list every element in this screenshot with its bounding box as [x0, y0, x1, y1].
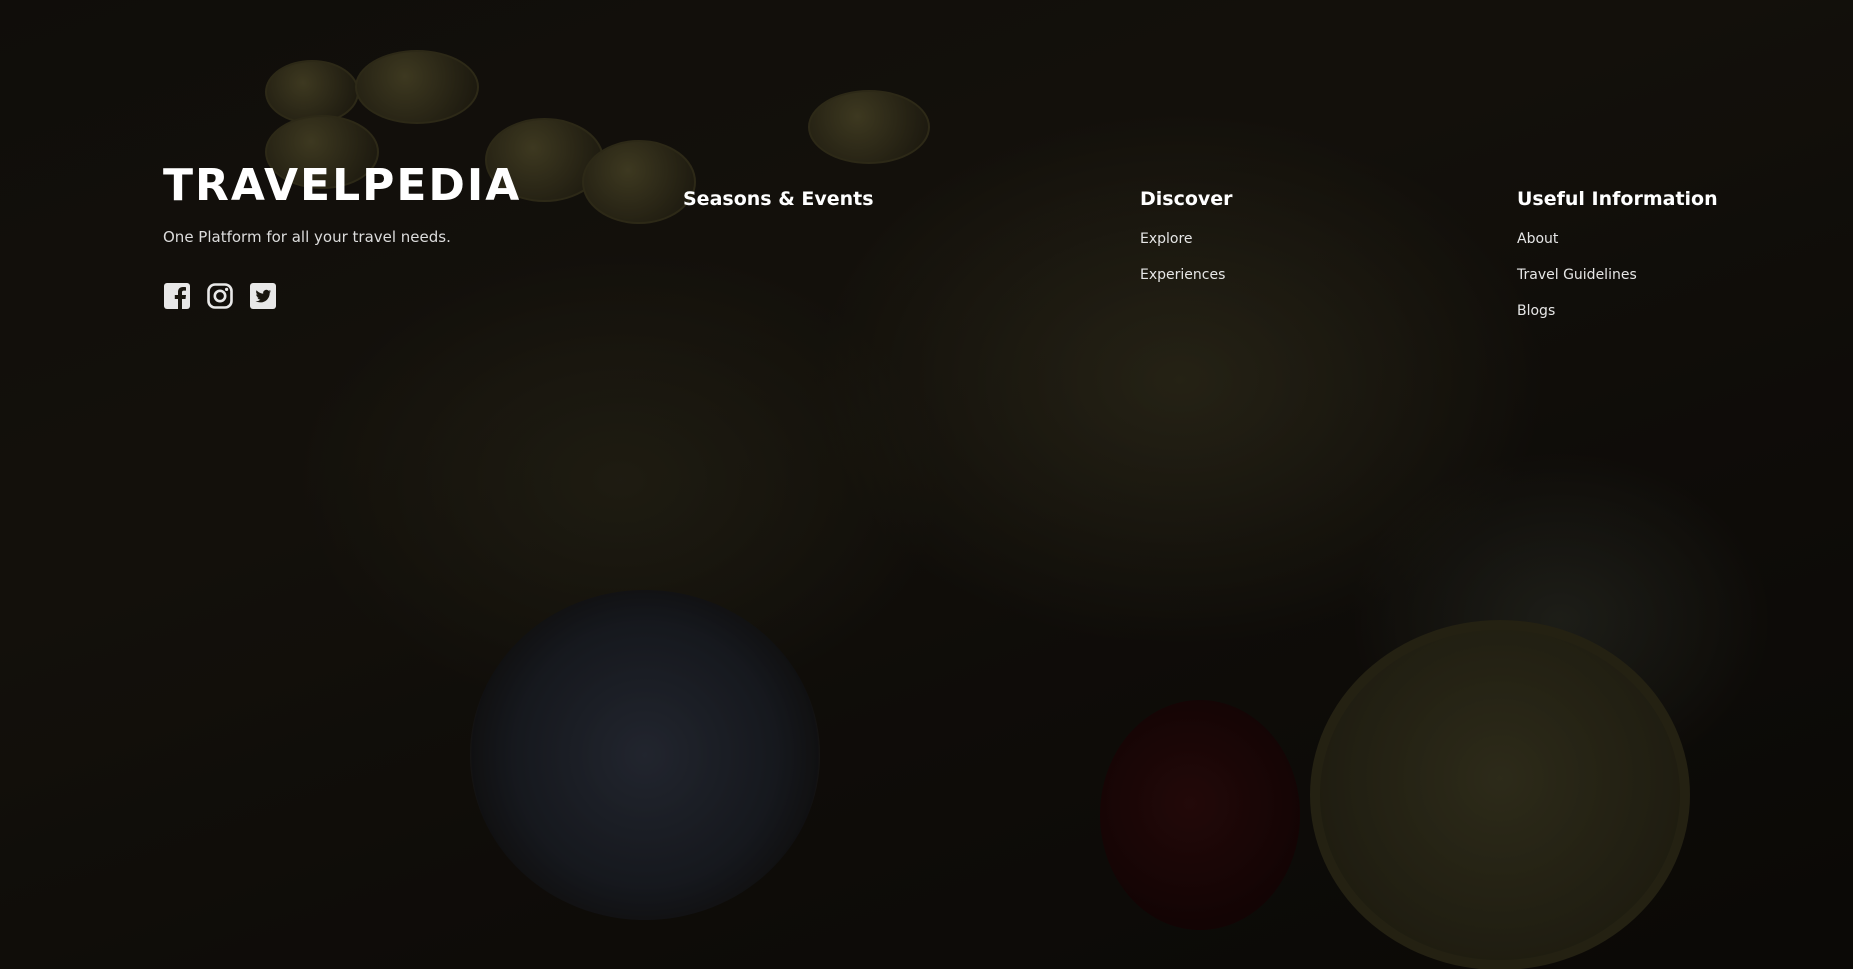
list-item: About — [1517, 220, 1718, 256]
useful-information-links: About Travel Guidelines Blogs — [1517, 220, 1718, 328]
discover-links: Explore Experiences — [1140, 220, 1233, 292]
useful-information-heading: Useful Information — [1517, 188, 1718, 210]
list-item: Blogs — [1517, 292, 1718, 328]
facebook-link[interactable] — [163, 282, 191, 310]
list-item: Travel Guidelines — [1517, 256, 1718, 292]
brand-tagline: One Platform for all your travel needs. — [163, 228, 451, 246]
twitter-link[interactable] — [249, 282, 277, 310]
explore-link[interactable]: Explore — [1140, 231, 1193, 247]
instagram-icon — [207, 283, 233, 309]
twitter-icon — [250, 283, 276, 309]
about-link[interactable]: About — [1517, 231, 1558, 247]
list-item: Experiences — [1140, 256, 1233, 292]
footer-column-useful-information: Useful Information About Travel Guidelin… — [1517, 186, 1718, 328]
list-item: Explore — [1140, 220, 1233, 256]
experiences-link[interactable]: Experiences — [1140, 267, 1225, 283]
facebook-icon — [164, 283, 190, 309]
site-footer: TRAVELPEDIA One Platform for all your tr… — [0, 0, 1853, 969]
social-links — [163, 282, 521, 310]
seasons-events-heading: Seasons & Events — [683, 188, 874, 210]
instagram-link[interactable] — [206, 282, 234, 310]
brand-block: TRAVELPEDIA One Platform for all your tr… — [163, 160, 521, 310]
footer-column-discover: Discover Explore Experiences — [1140, 186, 1233, 292]
discover-heading: Discover — [1140, 188, 1233, 210]
travel-guidelines-link[interactable]: Travel Guidelines — [1517, 267, 1637, 283]
footer-column-seasons: Seasons & Events — [683, 186, 874, 212]
brand-title: TRAVELPEDIA — [163, 160, 522, 211]
blogs-link[interactable]: Blogs — [1517, 303, 1555, 319]
